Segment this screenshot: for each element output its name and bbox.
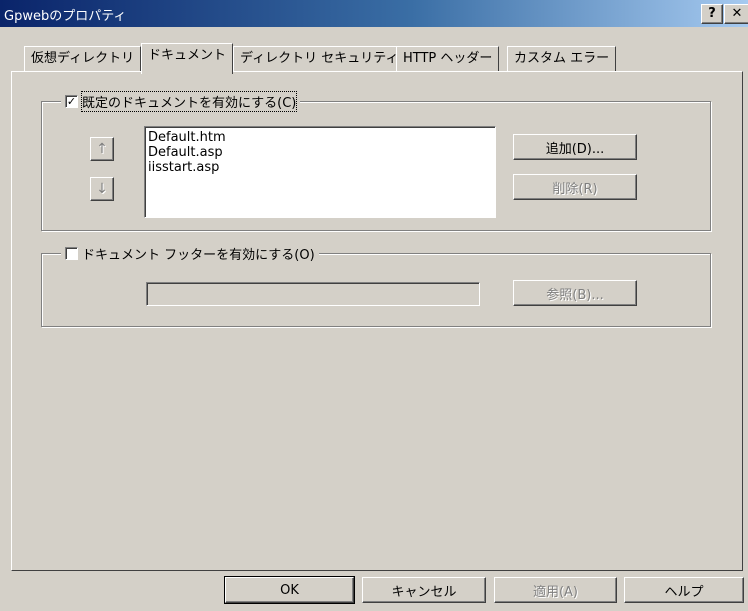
tab-virtual-directory[interactable]: 仮想ディレクトリ: [24, 46, 142, 71]
tab-label: HTTP ヘッダー: [403, 51, 493, 66]
remove-button[interactable]: 削除(R): [513, 174, 637, 200]
document-footer-label: ドキュメント フッターを有効にする(O): [82, 248, 315, 263]
tab-documents[interactable]: ドキュメント: [141, 43, 234, 74]
cancel-button[interactable]: キャンセル: [362, 577, 486, 603]
tab-label: カスタム エラー: [514, 51, 610, 66]
add-button-label: 追加(D)...: [545, 141, 605, 157]
window-title: Gpwebのプロパティ: [4, 9, 127, 24]
apply-button-label: 適用(A): [532, 584, 579, 600]
list-item[interactable]: iisstart.asp: [145, 160, 495, 175]
arrow-down-icon: ↓: [96, 181, 108, 197]
tab-label: ディレクトリ セキュリティ: [240, 51, 399, 66]
move-up-button[interactable]: ↑: [90, 137, 114, 161]
close-icon: ✕: [731, 6, 743, 21]
help-button-label: ヘルプ: [664, 584, 704, 600]
tab-label: ドキュメント: [148, 48, 227, 63]
tab-http-headers[interactable]: HTTP ヘッダー: [396, 46, 500, 71]
title-bar[interactable]: Gpwebのプロパティ ? ✕: [0, 0, 748, 27]
document-footer-toggle[interactable]: ドキュメント フッターを有効にする(O): [61, 244, 319, 263]
remove-button-label: 削除(R): [552, 181, 598, 197]
close-button[interactable]: ✕: [724, 4, 748, 24]
footer-path-input[interactable]: [146, 282, 480, 306]
help-icon: ?: [708, 6, 716, 21]
apply-button[interactable]: 適用(A): [494, 577, 617, 603]
document-footer-checkbox[interactable]: [65, 247, 78, 260]
default-documents-list[interactable]: Default.htm Default.asp iisstart.asp: [144, 126, 496, 218]
default-documents-toggle[interactable]: ✓ 既定のドキュメントを有効にする(C): [61, 91, 301, 112]
arrow-up-icon: ↑: [96, 141, 108, 157]
help-button[interactable]: ヘルプ: [624, 577, 744, 603]
default-documents-label: 既定のドキュメントを有効にする(C): [80, 91, 298, 112]
help-caption-button[interactable]: ?: [701, 4, 723, 24]
check-icon: ✓: [66, 95, 77, 108]
tab-custom-errors[interactable]: カスタム エラー: [507, 46, 617, 71]
browse-button[interactable]: 参照(B)...: [513, 280, 637, 306]
move-down-button[interactable]: ↓: [90, 177, 114, 201]
tab-label: 仮想ディレクトリ: [31, 51, 135, 66]
ok-button-label: OK: [280, 582, 299, 598]
tab-directory-security[interactable]: ディレクトリ セキュリティ: [233, 46, 406, 71]
add-button[interactable]: 追加(D)...: [513, 134, 637, 160]
default-documents-checkbox[interactable]: ✓: [65, 95, 78, 108]
list-item[interactable]: Default.asp: [145, 145, 495, 160]
browse-button-label: 参照(B)...: [546, 287, 604, 303]
list-item[interactable]: Default.htm: [145, 130, 495, 145]
cancel-button-label: キャンセル: [391, 584, 457, 600]
ok-button[interactable]: OK: [224, 576, 355, 604]
